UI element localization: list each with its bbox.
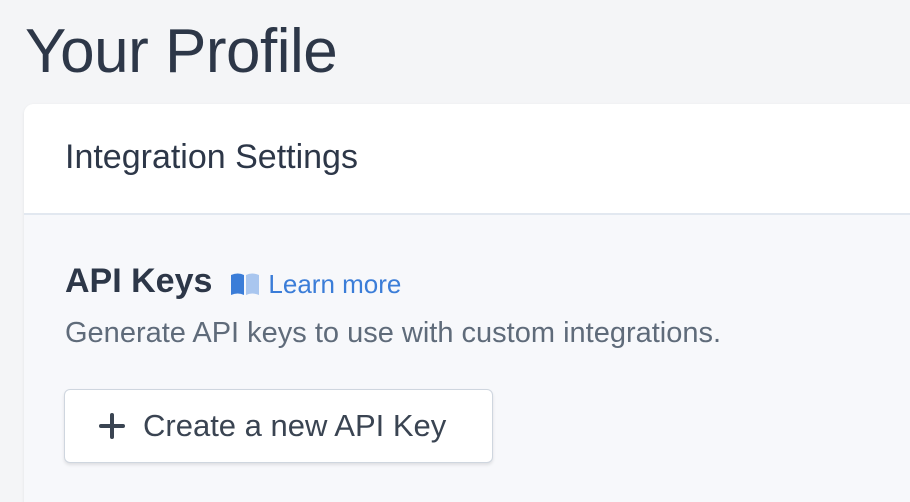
book-icon [231,273,260,295]
page-title: Your Profile [25,17,338,86]
create-api-key-label: Create a new API Key [143,408,447,443]
integration-settings-card: Integration Settings API Keys Learn more… [24,104,910,502]
profile-page: Your Profile Integration Settings API Ke… [0,0,910,502]
create-api-key-button[interactable]: Create a new API Key [64,389,493,463]
api-keys-section: API Keys Learn more Generate API keys to… [24,215,910,502]
card-header: Integration Settings [24,104,910,215]
api-keys-title: API Keys [65,262,213,300]
plus-icon [97,411,127,441]
learn-more-label: Learn more [268,269,402,299]
learn-more-link[interactable]: Learn more [230,268,401,300]
api-keys-heading-row: API Keys Learn more [65,261,401,301]
card-header-title: Integration Settings [65,137,358,176]
api-keys-description: Generate API keys to use with custom int… [65,317,722,349]
